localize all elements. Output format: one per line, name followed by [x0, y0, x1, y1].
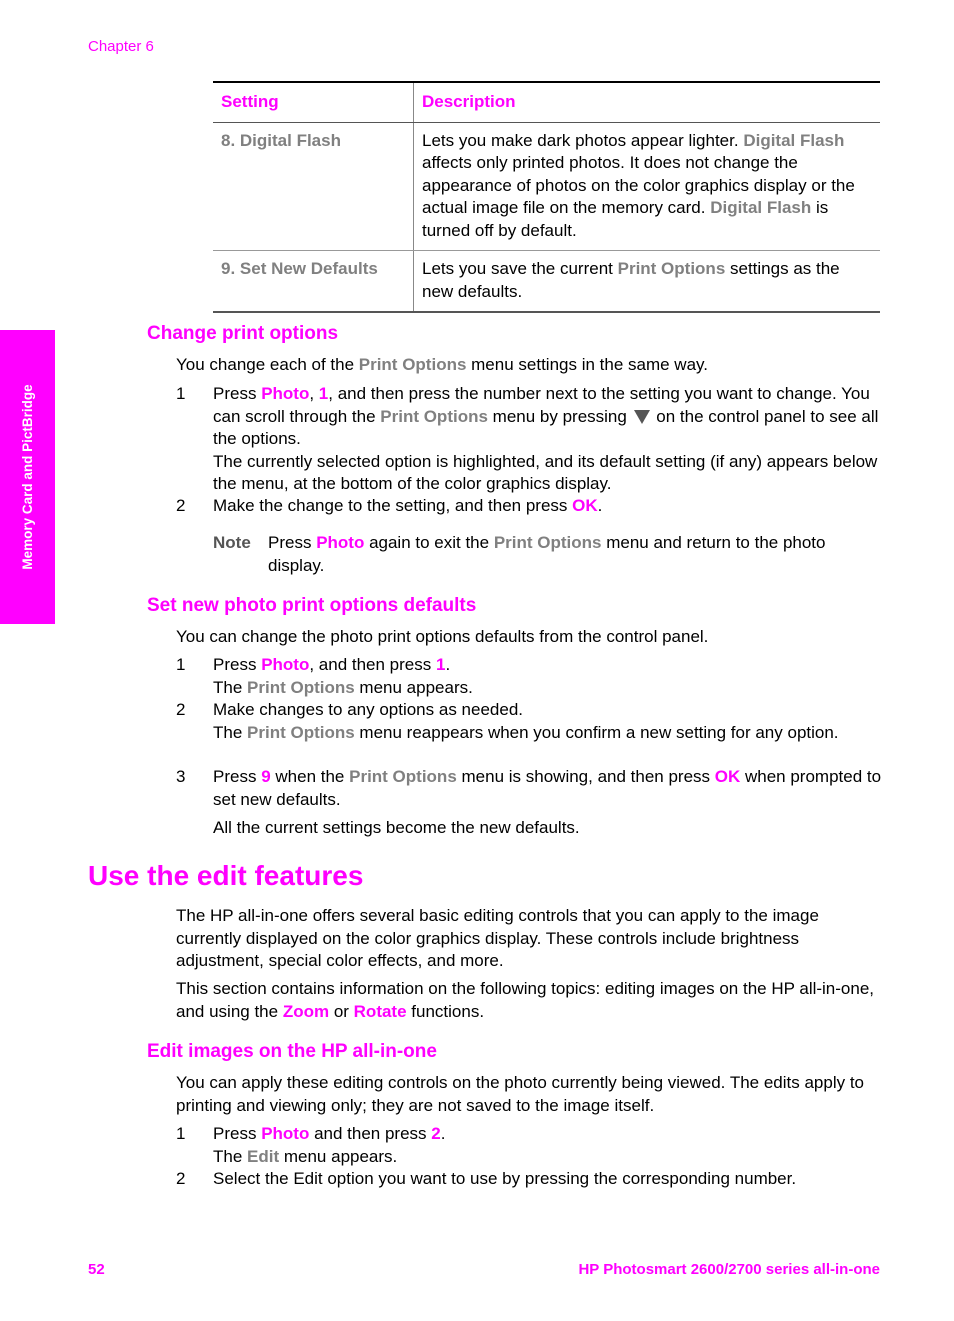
button-term: Photo: [316, 533, 365, 552]
button-term: Photo: [261, 655, 310, 674]
step-text: Select the Edit option you want to use b…: [213, 1169, 797, 1188]
menu-term: Print Options: [493, 533, 602, 552]
step-number: 2: [176, 1169, 186, 1188]
button-term: 2: [431, 1124, 441, 1143]
step-text: Make changes to any options as needed. Th…: [213, 700, 839, 742]
step-number: 1: [176, 1124, 186, 1143]
change-print-options-intro: You change each of the Print Options men…: [176, 355, 708, 374]
menu-term: Print Options: [380, 406, 488, 426]
step-text: Press 9 when the Print Options menu is s…: [213, 767, 882, 809]
button-term: OK: [714, 767, 741, 786]
step-number: 1: [176, 384, 186, 403]
edit-features-para-2: This section contains information on the…: [176, 979, 875, 1021]
heading-edit-images: Edit images on the HP all-in-one: [147, 1041, 437, 1062]
menu-term: Print Options: [617, 259, 726, 278]
page-number: 52: [88, 1261, 105, 1278]
description-cell: Lets you make dark photos appear lighter…: [413, 122, 880, 251]
button-term: OK: [572, 496, 598, 515]
column-header-description: Description: [413, 81, 880, 123]
heading-change-print-options: Change print options: [147, 323, 339, 344]
table-row: 8. Digital Flash Lets you make dark phot…: [213, 122, 880, 251]
footer-product-name: HP Photosmart 2600/2700 series all-in-on…: [578, 1261, 880, 1278]
settings-table: Setting Description 8. Digital Flash Let…: [213, 81, 880, 313]
setting-cell: 9. Set New Defaults: [213, 250, 414, 313]
side-tab: Memory Card and PictBridge: [0, 330, 55, 624]
menu-term: Edit: [247, 1146, 280, 1166]
step-text: Press Photo, and then press 1. The Print …: [213, 655, 473, 697]
button-term: Photo: [261, 384, 310, 403]
menu-term: Print Options: [349, 767, 457, 786]
note-text: Press Photo again to exit the Print Opti…: [268, 533, 826, 575]
step-number: 2: [176, 700, 186, 719]
button-term: Photo: [261, 1124, 310, 1143]
table-header-row: Setting Description: [213, 81, 880, 123]
button-term: Rotate: [353, 1001, 407, 1021]
menu-term: Print Options: [247, 677, 355, 697]
table-row: 9. Set New Defaults Lets you save the cu…: [213, 250, 880, 313]
menu-term: Digital Flash: [710, 198, 812, 217]
set-defaults-result: All the current settings become the new …: [213, 818, 580, 837]
menu-term: Digital Flash: [743, 130, 845, 150]
side-tab-label: Memory Card and PictBridge: [19, 384, 35, 570]
down-arrow-icon: [633, 409, 650, 424]
button-term: 9: [261, 767, 271, 786]
set-defaults-intro: You can change the photo print options d…: [176, 627, 709, 646]
button-term: Zoom: [282, 1001, 330, 1021]
heading-use-edit-features: Use the edit features: [88, 860, 364, 891]
button-term: 1: [318, 384, 329, 403]
step-number: 3: [176, 767, 186, 786]
chapter-label: Chapter 6: [88, 38, 154, 55]
note-label: Note: [213, 533, 251, 552]
step-number: 2: [176, 496, 186, 515]
edit-features-para-1: The HP all-in-one offers several basic e…: [176, 906, 819, 970]
heading-set-new-defaults: Set new photo print options defaults: [147, 595, 477, 616]
step-text: Press Photo, 1, and then press the numbe…: [213, 384, 879, 493]
menu-term: Print Options: [358, 355, 467, 374]
edit-images-intro: You can apply these editing controls on …: [176, 1073, 865, 1115]
description-cell: Lets you save the current Print Options …: [413, 250, 880, 313]
step-text: Press Photo and then press 2. The Edit me…: [213, 1124, 446, 1166]
menu-term: Print Options: [247, 722, 355, 742]
button-term: 1: [435, 655, 446, 674]
setting-cell: 8. Digital Flash: [213, 122, 414, 251]
step-text: Make the change to the setting, and then…: [213, 496, 603, 515]
step-number: 1: [176, 655, 186, 674]
column-header-setting: Setting: [213, 81, 414, 123]
